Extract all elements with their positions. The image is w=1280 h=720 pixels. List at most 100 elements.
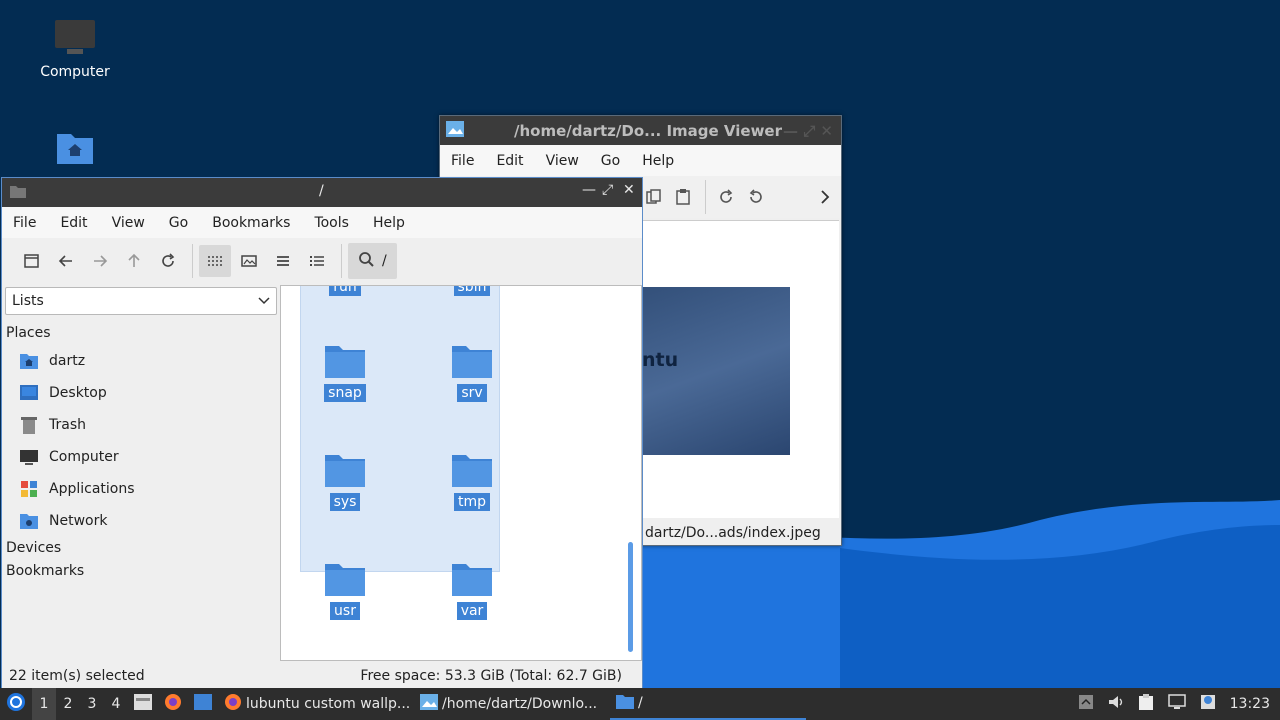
copy-icon[interactable] — [640, 181, 668, 213]
fm-toolbar: / — [2, 238, 642, 284]
home-folder-icon — [53, 128, 97, 168]
folder-item[interactable]: sys — [315, 451, 375, 511]
task-image-viewer[interactable]: /home/dartz/Downlo... — [414, 688, 610, 720]
free-space: Free space: 53.3 GiB (Total: 62.7 GiB) — [360, 668, 622, 684]
fm-menu-view[interactable]: View — [112, 215, 145, 231]
workspace-2[interactable]: 2 — [56, 696, 80, 712]
icon-view-icon[interactable] — [199, 245, 231, 277]
chevron-down-icon — [258, 293, 270, 309]
viewer-menubar: File Edit View Go Help — [440, 145, 841, 176]
file-manager-window[interactable]: / — ⤢ ✕ File Edit View Go Bookmarks Tool… — [1, 177, 643, 688]
fm-titlebar[interactable]: / — ⤢ ✕ — [2, 178, 642, 207]
sidebar-item-network[interactable]: Network — [2, 505, 280, 537]
quicklaunch-firefox[interactable] — [158, 693, 188, 715]
bookmarks-header[interactable]: Bookmarks — [2, 560, 280, 583]
fm-menu-go[interactable]: Go — [169, 215, 188, 231]
maximize-icon[interactable]: ⤢ — [602, 182, 613, 198]
minimize-icon[interactable]: — — [582, 182, 596, 198]
fm-menu-help[interactable]: Help — [373, 215, 405, 231]
quicklaunch-desktop[interactable] — [188, 694, 218, 714]
up-icon[interactable] — [118, 245, 150, 277]
folder-view[interactable]: run sbin snap srv sys tmp usr var — [280, 285, 642, 661]
path-bar[interactable]: / — [348, 243, 397, 279]
file-manager-icon — [134, 694, 152, 714]
rotate-counterclockwise-icon[interactable] — [742, 181, 770, 213]
folder-label: usr — [330, 602, 360, 620]
workspace-4[interactable]: 4 — [104, 696, 128, 712]
folder-item[interactable]: usr — [315, 560, 375, 620]
new-tab-icon[interactable] — [16, 245, 48, 277]
fm-menu-tools[interactable]: Tools — [314, 215, 349, 231]
devices-header[interactable]: Devices — [2, 537, 280, 560]
firefox-icon — [164, 693, 182, 715]
viewer-menu-edit[interactable]: Edit — [496, 153, 523, 169]
sidebar-item-label: dartz — [49, 353, 86, 369]
firefox-icon — [224, 693, 242, 715]
desktop: Computer /home/dartz/Do... Image Viewer … — [0, 0, 1280, 688]
network-status-icon[interactable] — [1167, 694, 1186, 714]
volume-icon[interactable] — [1108, 694, 1124, 714]
clipboard-icon[interactable] — [1138, 693, 1154, 715]
fm-menu-bookmarks[interactable]: Bookmarks — [212, 215, 290, 231]
tray-arrow-icon[interactable] — [1078, 694, 1094, 714]
fm-menu-file[interactable]: File — [13, 215, 36, 231]
fm-menu-edit[interactable]: Edit — [60, 215, 87, 231]
compact-view-icon[interactable] — [267, 245, 299, 277]
detailed-list-view-icon[interactable] — [301, 245, 333, 277]
sidebar-item-label: Computer — [49, 449, 119, 465]
desktop-icon-home[interactable] — [25, 128, 125, 174]
update-notifier-icon[interactable] — [1200, 694, 1216, 714]
desktop-icon — [19, 383, 39, 403]
viewer-menu-go[interactable]: Go — [601, 153, 620, 169]
folder-item[interactable]: snap — [315, 342, 375, 402]
places-header[interactable]: Places — [2, 322, 280, 345]
folder-item[interactable]: tmp — [442, 451, 502, 511]
start-menu-button[interactable] — [0, 688, 32, 720]
folder-item[interactable]: var — [442, 560, 502, 620]
reload-icon[interactable] — [152, 245, 184, 277]
thumbnail-view-icon[interactable] — [233, 245, 265, 277]
desktop-icon-computer[interactable]: Computer — [25, 18, 125, 80]
sidebar-item-trash[interactable]: Trash — [2, 409, 280, 441]
folder-item[interactable]: run — [315, 286, 375, 296]
task-file-manager[interactable]: / — [610, 688, 806, 720]
sidebar-item-desktop[interactable]: Desktop — [2, 377, 280, 409]
viewer-menu-file[interactable]: File — [451, 153, 474, 169]
vertical-scrollbar[interactable] — [628, 542, 633, 652]
clock[interactable]: 13:23 — [1230, 696, 1270, 712]
sidebar-item-applications[interactable]: Applications — [2, 473, 280, 505]
quicklaunch-file-manager[interactable] — [128, 694, 158, 714]
viewer-menu-view[interactable]: View — [546, 153, 579, 169]
folder-label: run — [329, 286, 361, 296]
viewer-menu-help[interactable]: Help — [642, 153, 674, 169]
viewer-window-controls[interactable]: — ⤢ ✕ — [783, 122, 833, 140]
folder-item[interactable]: srv — [442, 342, 502, 402]
folder-item[interactable]: sbin — [442, 286, 502, 296]
back-icon[interactable] — [50, 245, 82, 277]
folder-icon — [442, 560, 502, 598]
workspace-1[interactable]: 1 — [32, 688, 56, 720]
paste-icon[interactable] — [670, 181, 698, 213]
workspace-3[interactable]: 3 — [80, 696, 104, 712]
path-text: / — [382, 253, 387, 269]
search-icon[interactable] — [358, 251, 374, 271]
close-icon[interactable]: ✕ — [623, 182, 635, 198]
folder-icon — [442, 451, 502, 489]
next-image-icon[interactable] — [811, 181, 839, 213]
lubuntu-logo-icon — [6, 692, 26, 716]
trash-icon — [19, 415, 39, 435]
folder-label: tmp — [453, 493, 490, 511]
toolbar-separator — [705, 180, 707, 214]
folder-label: var — [456, 602, 488, 620]
side-pane-mode-select[interactable]: Lists — [5, 287, 277, 315]
task-label: lubuntu custom wallp... — [246, 696, 411, 712]
sidebar-item-dartz[interactable]: dartz — [2, 345, 280, 377]
viewer-titlebar[interactable]: /home/dartz/Do... Image Viewer — ⤢ ✕ — [440, 116, 841, 145]
forward-icon[interactable] — [84, 245, 116, 277]
image-caption: ntu — [642, 349, 679, 371]
sidebar-item-computer[interactable]: Computer — [2, 441, 280, 473]
task-label: /home/dartz/Downlo... — [442, 696, 598, 712]
folder-icon — [315, 560, 375, 598]
task-firefox[interactable]: lubuntu custom wallp... — [218, 688, 414, 720]
rotate-clockwise-icon[interactable] — [712, 181, 740, 213]
